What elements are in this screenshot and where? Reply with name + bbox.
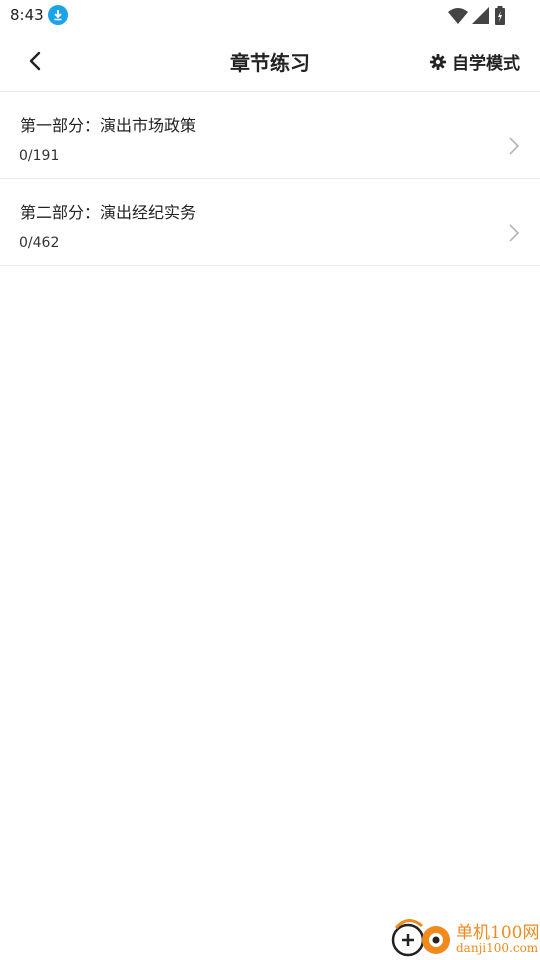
- app-bar: 章节练习 自学模式: [0, 32, 540, 92]
- download-icon: [48, 5, 68, 25]
- chevron-right-icon: [509, 224, 520, 242]
- mode-label: 自学模式: [452, 54, 520, 74]
- chapter-title: 第一部分：演出市场政策: [20, 116, 197, 135]
- battery-icon: [495, 6, 505, 25]
- chevron-right-icon: [509, 137, 520, 155]
- watermark-text: 单机100网: [456, 923, 540, 943]
- signal-icon: [472, 7, 489, 24]
- status-icons: [448, 6, 506, 26]
- status-bar: 8:43: [0, 0, 540, 32]
- watermark-logo-icon: [391, 919, 450, 957]
- chapter-progress: 0/191: [19, 148, 60, 164]
- chapter-title: 第二部分：演出经纪实务: [20, 203, 197, 222]
- gear-icon: [430, 53, 446, 70]
- self-study-mode-button[interactable]: 自学模式: [430, 49, 520, 74]
- watermark-url: danji100.com: [456, 941, 539, 955]
- wifi-icon: [448, 8, 468, 24]
- chapter-item[interactable]: 第二部分：演出经纪实务 0/462: [0, 179, 540, 266]
- status-time: 8:43: [10, 6, 44, 24]
- chapter-list: 第一部分：演出市场政策 0/191 第二部分：演出经纪实务 0/462: [0, 92, 540, 266]
- watermark: 单机100网 danji100.com: [388, 916, 540, 960]
- chapter-item[interactable]: 第一部分：演出市场政策 0/191: [0, 92, 540, 179]
- chapter-progress: 0/462: [19, 235, 60, 251]
